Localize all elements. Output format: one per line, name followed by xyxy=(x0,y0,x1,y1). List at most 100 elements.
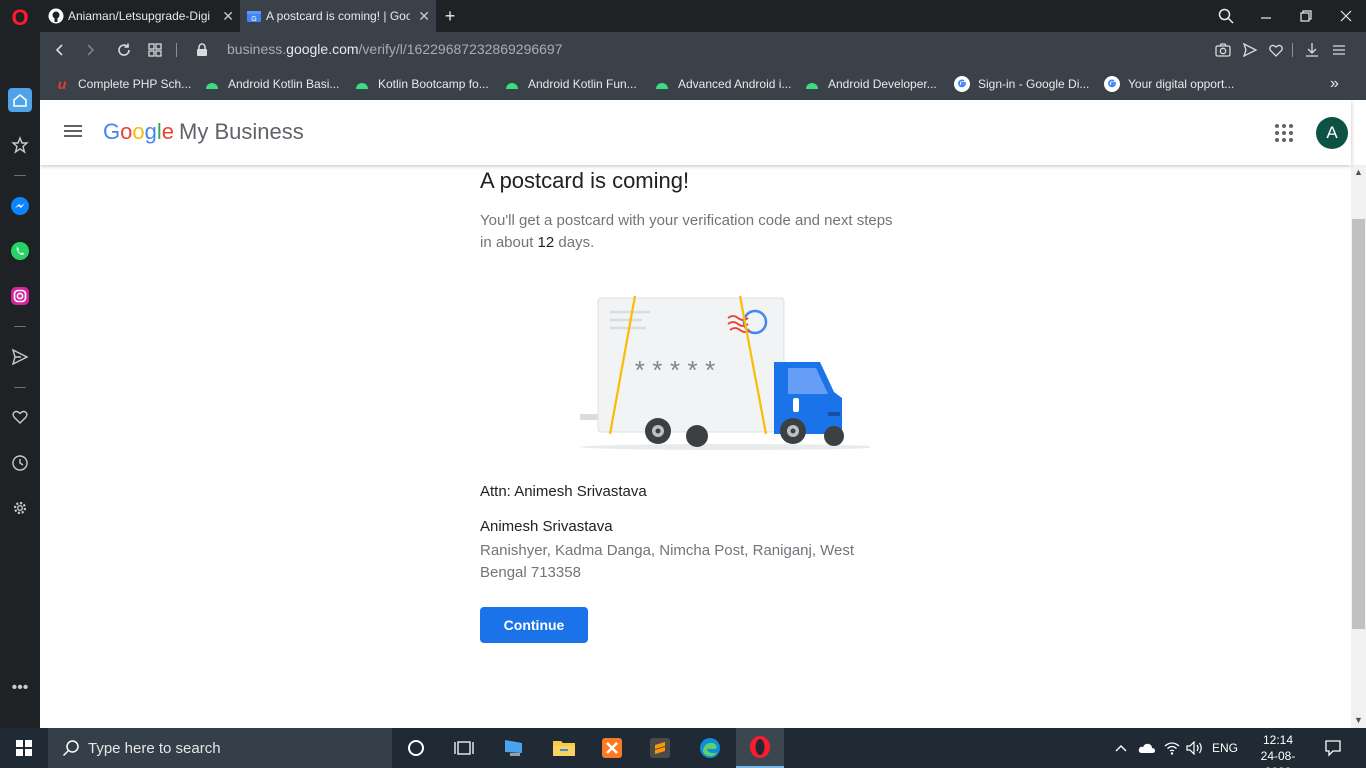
url-path: /verify/l/16229687232869296697 xyxy=(358,41,563,57)
opera-taskbar-icon[interactable] xyxy=(736,728,784,768)
show-hidden-icons[interactable] xyxy=(1114,728,1128,768)
heart-icon[interactable] xyxy=(8,405,32,429)
postcard-code: ***** xyxy=(632,358,720,388)
notifications-icon[interactable] xyxy=(1324,728,1342,768)
android-icon xyxy=(354,76,370,92)
apps-grid-icon[interactable] xyxy=(1275,124,1293,142)
gmb-logo[interactable]: Google My Business xyxy=(103,119,304,145)
whatsapp-icon[interactable] xyxy=(8,239,32,263)
volume-icon[interactable] xyxy=(1186,728,1204,768)
sidebar-divider xyxy=(14,326,26,327)
url-prefix: business. xyxy=(227,41,287,57)
tab-postcard[interactable]: G A postcard is coming! | Goo ✕ xyxy=(240,0,436,32)
settings-icon[interactable] xyxy=(8,496,32,520)
url-field[interactable]: business.google.com/verify/l/16229687232… xyxy=(227,41,563,57)
clock-time: 12:14 xyxy=(1262,733,1294,747)
more-icon[interactable]: ••• xyxy=(8,676,32,700)
forward-icon[interactable] xyxy=(78,38,102,62)
github-icon xyxy=(48,8,64,24)
scrollbar-thumb[interactable] xyxy=(1352,219,1365,629)
reload-icon[interactable] xyxy=(112,38,136,62)
opera-sidebar: O ••• xyxy=(0,0,40,728)
windows-start-icon[interactable] xyxy=(16,740,32,756)
page-viewport: Google My Business A A postcard is coming… xyxy=(40,100,1366,728)
gmb-header: Google My Business A xyxy=(40,100,1351,165)
scroll-up-icon[interactable]: ▲ xyxy=(1354,168,1363,177)
menu-lines-icon[interactable] xyxy=(1327,38,1351,62)
back-icon[interactable] xyxy=(48,38,72,62)
continue-button[interactable]: Continue xyxy=(480,607,588,643)
bookmark-item[interactable]: Kotlin Bootcamp fo... xyxy=(354,75,489,93)
scroll-down-icon[interactable]: ▼ xyxy=(1354,716,1363,725)
close-window-icon[interactable] xyxy=(1326,0,1366,32)
main-menu-icon[interactable] xyxy=(64,122,88,146)
send-icon[interactable] xyxy=(8,345,32,369)
postcard-truck-illustration: ***** xyxy=(580,295,870,450)
tab-close-icon[interactable]: ✕ xyxy=(418,8,430,25)
snapshot-icon[interactable] xyxy=(1211,38,1235,62)
history-icon[interactable] xyxy=(8,451,32,475)
android-icon xyxy=(804,76,820,92)
bookmark-item[interactable]: Android Kotlin Basi... xyxy=(204,75,339,93)
address-divider xyxy=(176,43,177,57)
avatar[interactable]: A xyxy=(1316,117,1348,149)
minimize-icon[interactable] xyxy=(1246,0,1286,32)
clock-date: 24-08-2020 xyxy=(1260,749,1296,768)
opera-logo-icon[interactable]: O xyxy=(8,6,32,30)
bookmark-item[interactable]: Your digital opport... xyxy=(1104,75,1234,93)
attn-line: Attn: Animesh Srivastava xyxy=(480,483,647,500)
google-my-business-icon: G xyxy=(247,11,261,23)
task-view-icon[interactable] xyxy=(440,728,488,768)
google-icon xyxy=(1104,76,1120,92)
lock-icon[interactable] xyxy=(190,38,214,62)
restore-icon[interactable] xyxy=(1286,0,1326,32)
messenger-icon[interactable] xyxy=(8,194,32,218)
sublime-text-icon[interactable] xyxy=(636,728,684,768)
recipient-name: Animesh Srivastava xyxy=(480,518,613,535)
edge-icon[interactable] xyxy=(686,728,734,768)
xampp-icon[interactable] xyxy=(588,728,636,768)
google-icon xyxy=(954,76,970,92)
taskbar-search-box[interactable]: Type here to search xyxy=(48,728,392,768)
bookmark-item[interactable]: u Complete PHP Sch... xyxy=(54,75,191,93)
tab-grid-icon[interactable] xyxy=(143,38,167,62)
postcard-subtitle: You'll get a postcard with your verifica… xyxy=(480,210,900,254)
onedrive-icon[interactable] xyxy=(1138,728,1156,768)
bookmark-item[interactable]: Advanced Android i... xyxy=(654,75,791,93)
page-title: A postcard is coming! xyxy=(480,168,690,193)
page-scrollbar[interactable]: ▲ ▼ xyxy=(1351,165,1366,728)
days-count: 12 xyxy=(537,234,555,251)
this-pc-icon[interactable] xyxy=(490,728,538,768)
address-bar: business.google.com/verify/l/16229687232… xyxy=(40,32,1366,68)
more-bookmarks-button[interactable]: » xyxy=(1330,75,1339,93)
bookmark-item[interactable]: Android Developer... xyxy=(804,75,937,93)
wifi-icon[interactable] xyxy=(1164,728,1180,768)
bookmark-label: Android Developer... xyxy=(828,77,937,91)
cortana-icon[interactable] xyxy=(392,728,440,768)
logo-letter: o xyxy=(132,119,145,144)
new-tab-button[interactable]: + xyxy=(436,0,464,32)
tab-close-icon[interactable]: ✕ xyxy=(222,8,234,25)
bookmark-item[interactable]: Sign-in - Google Di... xyxy=(954,75,1089,93)
bookmark-item[interactable]: Android Kotlin Fun... xyxy=(504,75,637,93)
send-page-icon[interactable] xyxy=(1238,38,1262,62)
instagram-icon[interactable] xyxy=(8,284,32,308)
tab-github[interactable]: Aniaman/Letsupgrade-Digi ✕ xyxy=(42,0,240,32)
bookmark-label: Android Kotlin Basi... xyxy=(228,77,340,91)
bookmark-label: Complete PHP Sch... xyxy=(78,77,192,91)
tab-bar: Aniaman/Letsupgrade-Digi ✕ G A postcard … xyxy=(40,0,1366,32)
search-icon xyxy=(62,740,79,757)
file-explorer-icon[interactable] xyxy=(540,728,588,768)
search-tabs-icon[interactable] xyxy=(1206,0,1246,32)
bookmark-heart-icon[interactable] xyxy=(1264,38,1288,62)
bookmark-label: Kotlin Bootcamp fo... xyxy=(378,77,489,91)
home-icon[interactable] xyxy=(8,88,32,112)
download-icon[interactable] xyxy=(1300,38,1324,62)
taskbar-clock[interactable]: 12:14 24-08-2020 xyxy=(1248,732,1308,768)
logo-letter: g xyxy=(144,119,157,144)
language-indicator[interactable]: ENG xyxy=(1212,728,1238,768)
star-icon[interactable] xyxy=(8,133,32,157)
logo-letter: e xyxy=(161,119,175,144)
bookmark-label: Advanced Android i... xyxy=(678,77,792,91)
sidebar-divider xyxy=(14,387,26,388)
